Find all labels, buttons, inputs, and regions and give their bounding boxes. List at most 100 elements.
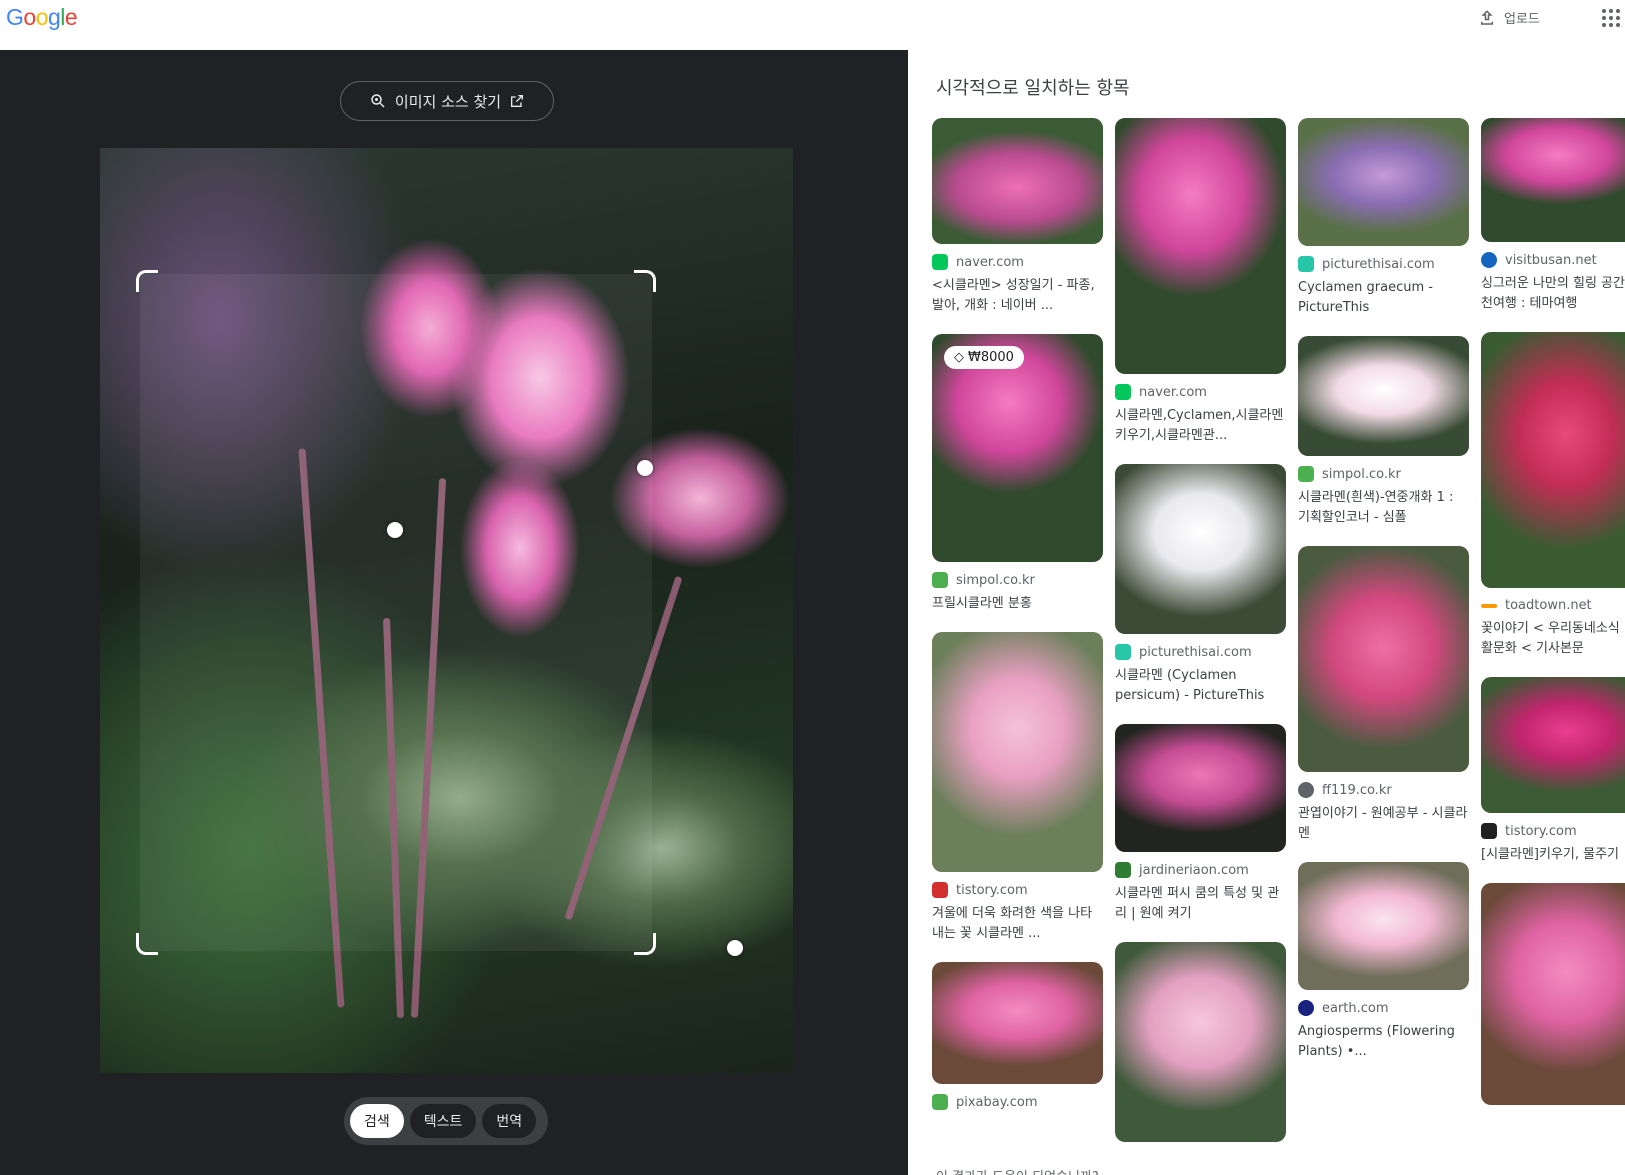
- result-title[interactable]: 시클라멘 (Cyclamen persicum) - PictureThis: [1115, 666, 1286, 706]
- result-title[interactable]: 겨울에 더욱 화려한 색을 나타내는 꽃 시클라멘 ...: [932, 904, 1103, 944]
- result-card[interactable]: picturethisai.com 시클라멘 (Cyclamen persicu…: [1115, 464, 1286, 706]
- globe-icon: [1298, 782, 1314, 798]
- result-thumbnail[interactable]: [932, 962, 1103, 1084]
- crop-handle-top-right[interactable]: [634, 270, 656, 292]
- top-bar: Google 업로드: [0, 0, 1625, 50]
- results-title: 시각적으로 일치하는 항목: [936, 78, 1130, 99]
- price-tag: ◇ ₩8000: [944, 346, 1024, 369]
- result-card[interactable]: pixabay.com: [932, 962, 1103, 1110]
- site-favicon-icon: [1481, 252, 1497, 268]
- result-title[interactable]: 꽃이야기 < 우리동네소식 < 생활문화 < 기사본문: [1481, 619, 1625, 659]
- result-title[interactable]: 시클라멘(흰색)-연중개화 1 : 기획할인코너 - 심폴: [1298, 488, 1469, 528]
- result-card[interactable]: tistory.com 겨울에 더욱 화려한 색을 나타내는 꽃 시클라멘 ..…: [932, 632, 1103, 944]
- result-thumbnail[interactable]: [1115, 942, 1286, 1142]
- result-card[interactable]: toadtown.net 꽃이야기 < 우리동네소식 < 생활문화 < 기사본문: [1481, 332, 1625, 659]
- upload-button[interactable]: 업로드: [1478, 8, 1540, 27]
- result-card[interactable]: picturethisai.com Cyclamen graecum - Pic…: [1298, 118, 1469, 318]
- tag-icon: ◇: [954, 350, 964, 365]
- result-source[interactable]: earth.com: [1322, 1001, 1389, 1016]
- result-title[interactable]: <시클라멘> 성장일기 - 파종, 발아, 개화 : 네이버 ...: [932, 276, 1103, 316]
- result-thumbnail[interactable]: [1298, 862, 1469, 990]
- result-title[interactable]: Angiosperms (Flowering Plants) •...: [1298, 1022, 1469, 1062]
- lens-search-icon: [371, 94, 385, 108]
- result-thumbnail[interactable]: [1481, 883, 1625, 1105]
- result-thumbnail[interactable]: ◇ ₩8000: [932, 334, 1103, 562]
- result-source[interactable]: pixabay.com: [956, 1095, 1037, 1110]
- result-thumbnail[interactable]: [1298, 118, 1469, 246]
- result-card[interactable]: earth.com Angiosperms (Flowering Plants)…: [1298, 862, 1469, 1062]
- result-thumbnail[interactable]: [932, 632, 1103, 872]
- mode-translate[interactable]: 번역: [482, 1104, 537, 1138]
- crop-selection[interactable]: [136, 270, 656, 955]
- results-column: naver.com <시클라멘> 성장일기 - 파종, 발아, 개화 : 네이버…: [932, 118, 1103, 1128]
- result-title[interactable]: 관엽이야기 - 원예공부 - 시클라멘: [1298, 804, 1469, 844]
- site-favicon-icon: [932, 254, 948, 270]
- site-favicon-icon: [932, 572, 948, 588]
- result-card[interactable]: simpol.co.kr 시클라멘(흰색)-연중개화 1 : 기획할인코너 - …: [1298, 336, 1469, 528]
- object-dot[interactable]: [637, 460, 653, 476]
- crop-handle-top-left[interactable]: [136, 270, 158, 292]
- result-source[interactable]: tistory.com: [956, 883, 1028, 898]
- result-card[interactable]: [1115, 942, 1286, 1142]
- mode-text[interactable]: 텍스트: [409, 1104, 477, 1138]
- result-source[interactable]: picturethisai.com: [1322, 257, 1435, 272]
- result-thumbnail[interactable]: [1481, 332, 1625, 588]
- upload-label: 업로드: [1504, 12, 1540, 27]
- crop-handle-bottom-right[interactable]: [634, 933, 656, 955]
- results-column: naver.com 시클라멘,Cyclamen,시클라멘키우기,시클라멘관...…: [1115, 118, 1286, 1160]
- query-image[interactable]: [100, 148, 793, 1073]
- result-card[interactable]: tistory.com [시클라멘]키우기, 물주기: [1481, 677, 1625, 865]
- result-card[interactable]: naver.com <시클라멘> 성장일기 - 파종, 발아, 개화 : 네이버…: [932, 118, 1103, 316]
- site-favicon-icon: [1115, 644, 1131, 660]
- results-column: visitbusan.net 싱그러운 나만의 힐링 공간: 주천여행 : 테마…: [1481, 118, 1625, 1123]
- result-source[interactable]: simpol.co.kr: [1322, 467, 1401, 482]
- object-dot[interactable]: [727, 940, 743, 956]
- result-title[interactable]: Cyclamen graecum - PictureThis: [1298, 278, 1469, 318]
- result-thumbnail[interactable]: [1115, 464, 1286, 634]
- result-card[interactable]: ff119.co.kr 관엽이야기 - 원예공부 - 시클라멘: [1298, 546, 1469, 844]
- result-title[interactable]: [시클라멘]키우기, 물주기: [1481, 845, 1625, 865]
- site-favicon-icon: [1115, 862, 1131, 878]
- result-source[interactable]: picturethisai.com: [1139, 645, 1252, 660]
- site-favicon-icon: [1298, 1000, 1314, 1016]
- site-favicon-icon: [1298, 256, 1314, 272]
- google-logo[interactable]: Google: [6, 4, 78, 31]
- result-thumbnail[interactable]: [1298, 336, 1469, 456]
- feedback-prompt: 이 결과가 도움이 되었습니까?: [936, 1166, 1099, 1175]
- site-favicon-icon: [1481, 823, 1497, 839]
- lens-panel: 이미지 소스 찾기 검색 텍스트 번역: [0, 50, 908, 1175]
- upload-icon: [1481, 9, 1493, 25]
- result-card[interactable]: visitbusan.net 싱그러운 나만의 힐링 공간: 주천여행 : 테마…: [1481, 118, 1625, 314]
- result-thumbnail[interactable]: [932, 118, 1103, 244]
- find-image-source-label: 이미지 소스 찾기: [394, 92, 502, 111]
- result-source[interactable]: simpol.co.kr: [956, 573, 1035, 588]
- results-panel: 시각적으로 일치하는 항목 naver.com <시클라멘> 성장일기 - 파종…: [908, 50, 1625, 1175]
- result-card[interactable]: naver.com 시클라멘,Cyclamen,시클라멘키우기,시클라멘관...: [1115, 118, 1286, 446]
- result-card[interactable]: jardineriaon.com 시클라멘 퍼시 쿰의 특성 및 관리 | 원예…: [1115, 724, 1286, 924]
- result-thumbnail[interactable]: [1115, 724, 1286, 852]
- result-title[interactable]: 프릴시클라멘 분홍: [932, 594, 1103, 614]
- result-title[interactable]: 시클라멘,Cyclamen,시클라멘키우기,시클라멘관...: [1115, 406, 1286, 446]
- result-source[interactable]: naver.com: [956, 255, 1024, 270]
- object-dot[interactable]: [387, 522, 403, 538]
- mode-search[interactable]: 검색: [350, 1104, 404, 1138]
- result-thumbnail[interactable]: [1298, 546, 1469, 772]
- result-card[interactable]: ◇ ₩8000 simpol.co.kr 프릴시클라멘 분홍: [932, 334, 1103, 614]
- apps-grid-icon[interactable]: [1602, 9, 1620, 27]
- result-source[interactable]: jardineriaon.com: [1139, 863, 1249, 878]
- result-source[interactable]: naver.com: [1139, 385, 1207, 400]
- result-thumbnail[interactable]: [1481, 677, 1625, 813]
- result-card[interactable]: [1481, 883, 1625, 1105]
- crop-handle-bottom-left[interactable]: [136, 933, 158, 955]
- find-image-source-button[interactable]: 이미지 소스 찾기: [340, 81, 554, 121]
- result-title[interactable]: 싱그러운 나만의 힐링 공간: 주천여행 : 테마여행: [1481, 274, 1625, 314]
- result-thumbnail[interactable]: [1481, 118, 1625, 242]
- site-favicon-icon: [1298, 466, 1314, 482]
- result-source[interactable]: ff119.co.kr: [1322, 783, 1392, 798]
- result-source[interactable]: visitbusan.net: [1505, 253, 1597, 268]
- result-source[interactable]: toadtown.net: [1505, 598, 1592, 613]
- result-source[interactable]: tistory.com: [1505, 824, 1577, 839]
- result-title[interactable]: 시클라멘 퍼시 쿰의 특성 및 관리 | 원예 켜기: [1115, 884, 1286, 924]
- result-thumbnail[interactable]: [1115, 118, 1286, 374]
- site-favicon-icon: [932, 1094, 948, 1110]
